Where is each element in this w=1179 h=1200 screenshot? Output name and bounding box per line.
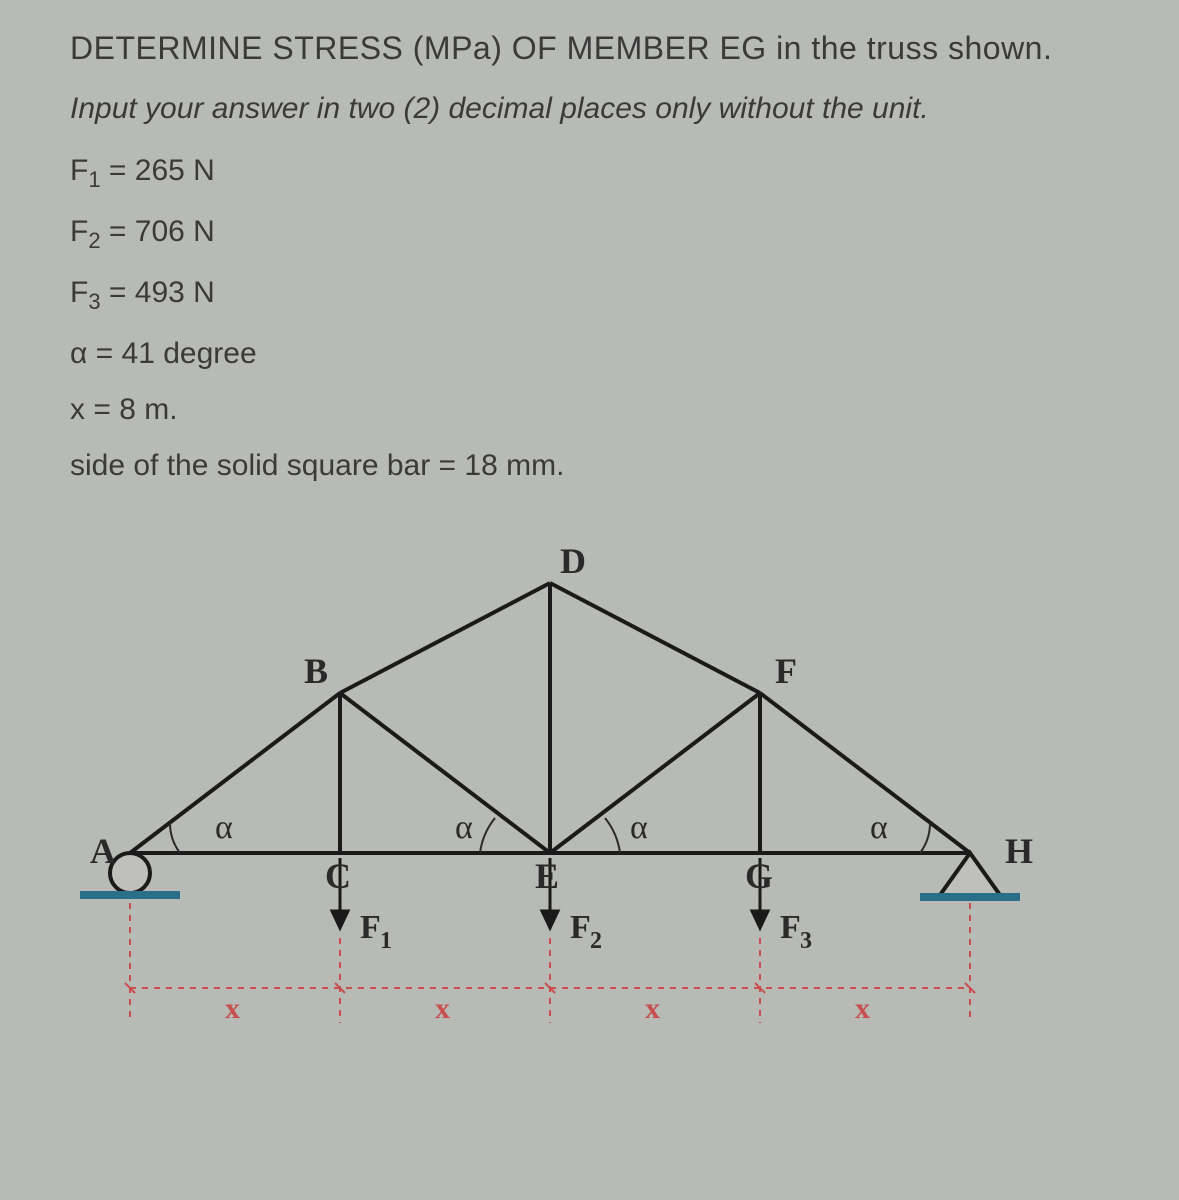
force-f1-label: F 1 xyxy=(360,909,392,954)
svg-text:2: 2 xyxy=(590,928,602,954)
node-b-label: B xyxy=(304,651,328,691)
angle-2: α xyxy=(455,809,473,846)
param-f3: F3 = 493 N xyxy=(70,276,1109,315)
node-h-label: H xyxy=(1005,831,1033,871)
svg-text:1: 1 xyxy=(380,928,392,954)
truss-diagram: A B C D E F G H α α α α F 1 F 2 F 3 x x … xyxy=(70,523,1070,1083)
svg-text:3: 3 xyxy=(800,928,812,954)
force-f2-label: F 2 xyxy=(570,909,602,954)
angle-1: α xyxy=(215,809,233,846)
question-title: DETERMINE STRESS (MPa) OF MEMBER EG in t… xyxy=(70,30,1109,67)
svg-text:F: F xyxy=(570,909,591,946)
param-x: x = 8 m. xyxy=(70,393,1109,427)
dim-x1: x xyxy=(225,992,240,1025)
node-f-label: F xyxy=(775,651,797,691)
node-a-label: A xyxy=(90,831,116,871)
param-alpha: α = 41 degree xyxy=(70,337,1109,371)
svg-text:F: F xyxy=(780,909,801,946)
node-g-label: G xyxy=(745,856,773,896)
dim-x3: x xyxy=(645,992,660,1025)
node-e-label: E xyxy=(535,856,559,896)
force-f3-label: F 3 xyxy=(780,909,812,954)
dim-x4: x xyxy=(855,992,870,1025)
angle-3: α xyxy=(630,809,648,846)
dim-x2: x xyxy=(435,992,450,1025)
node-c-label: C xyxy=(325,856,351,896)
svg-text:F: F xyxy=(360,909,381,946)
param-bar: side of the solid square bar = 18 mm. xyxy=(70,449,1109,483)
instruction-text: Input your answer in two (2) decimal pla… xyxy=(70,92,1109,126)
param-f1: F1 = 265 N xyxy=(70,154,1109,193)
angle-4: α xyxy=(870,809,888,846)
param-f2: F2 = 706 N xyxy=(70,215,1109,254)
node-d-label: D xyxy=(560,541,586,581)
